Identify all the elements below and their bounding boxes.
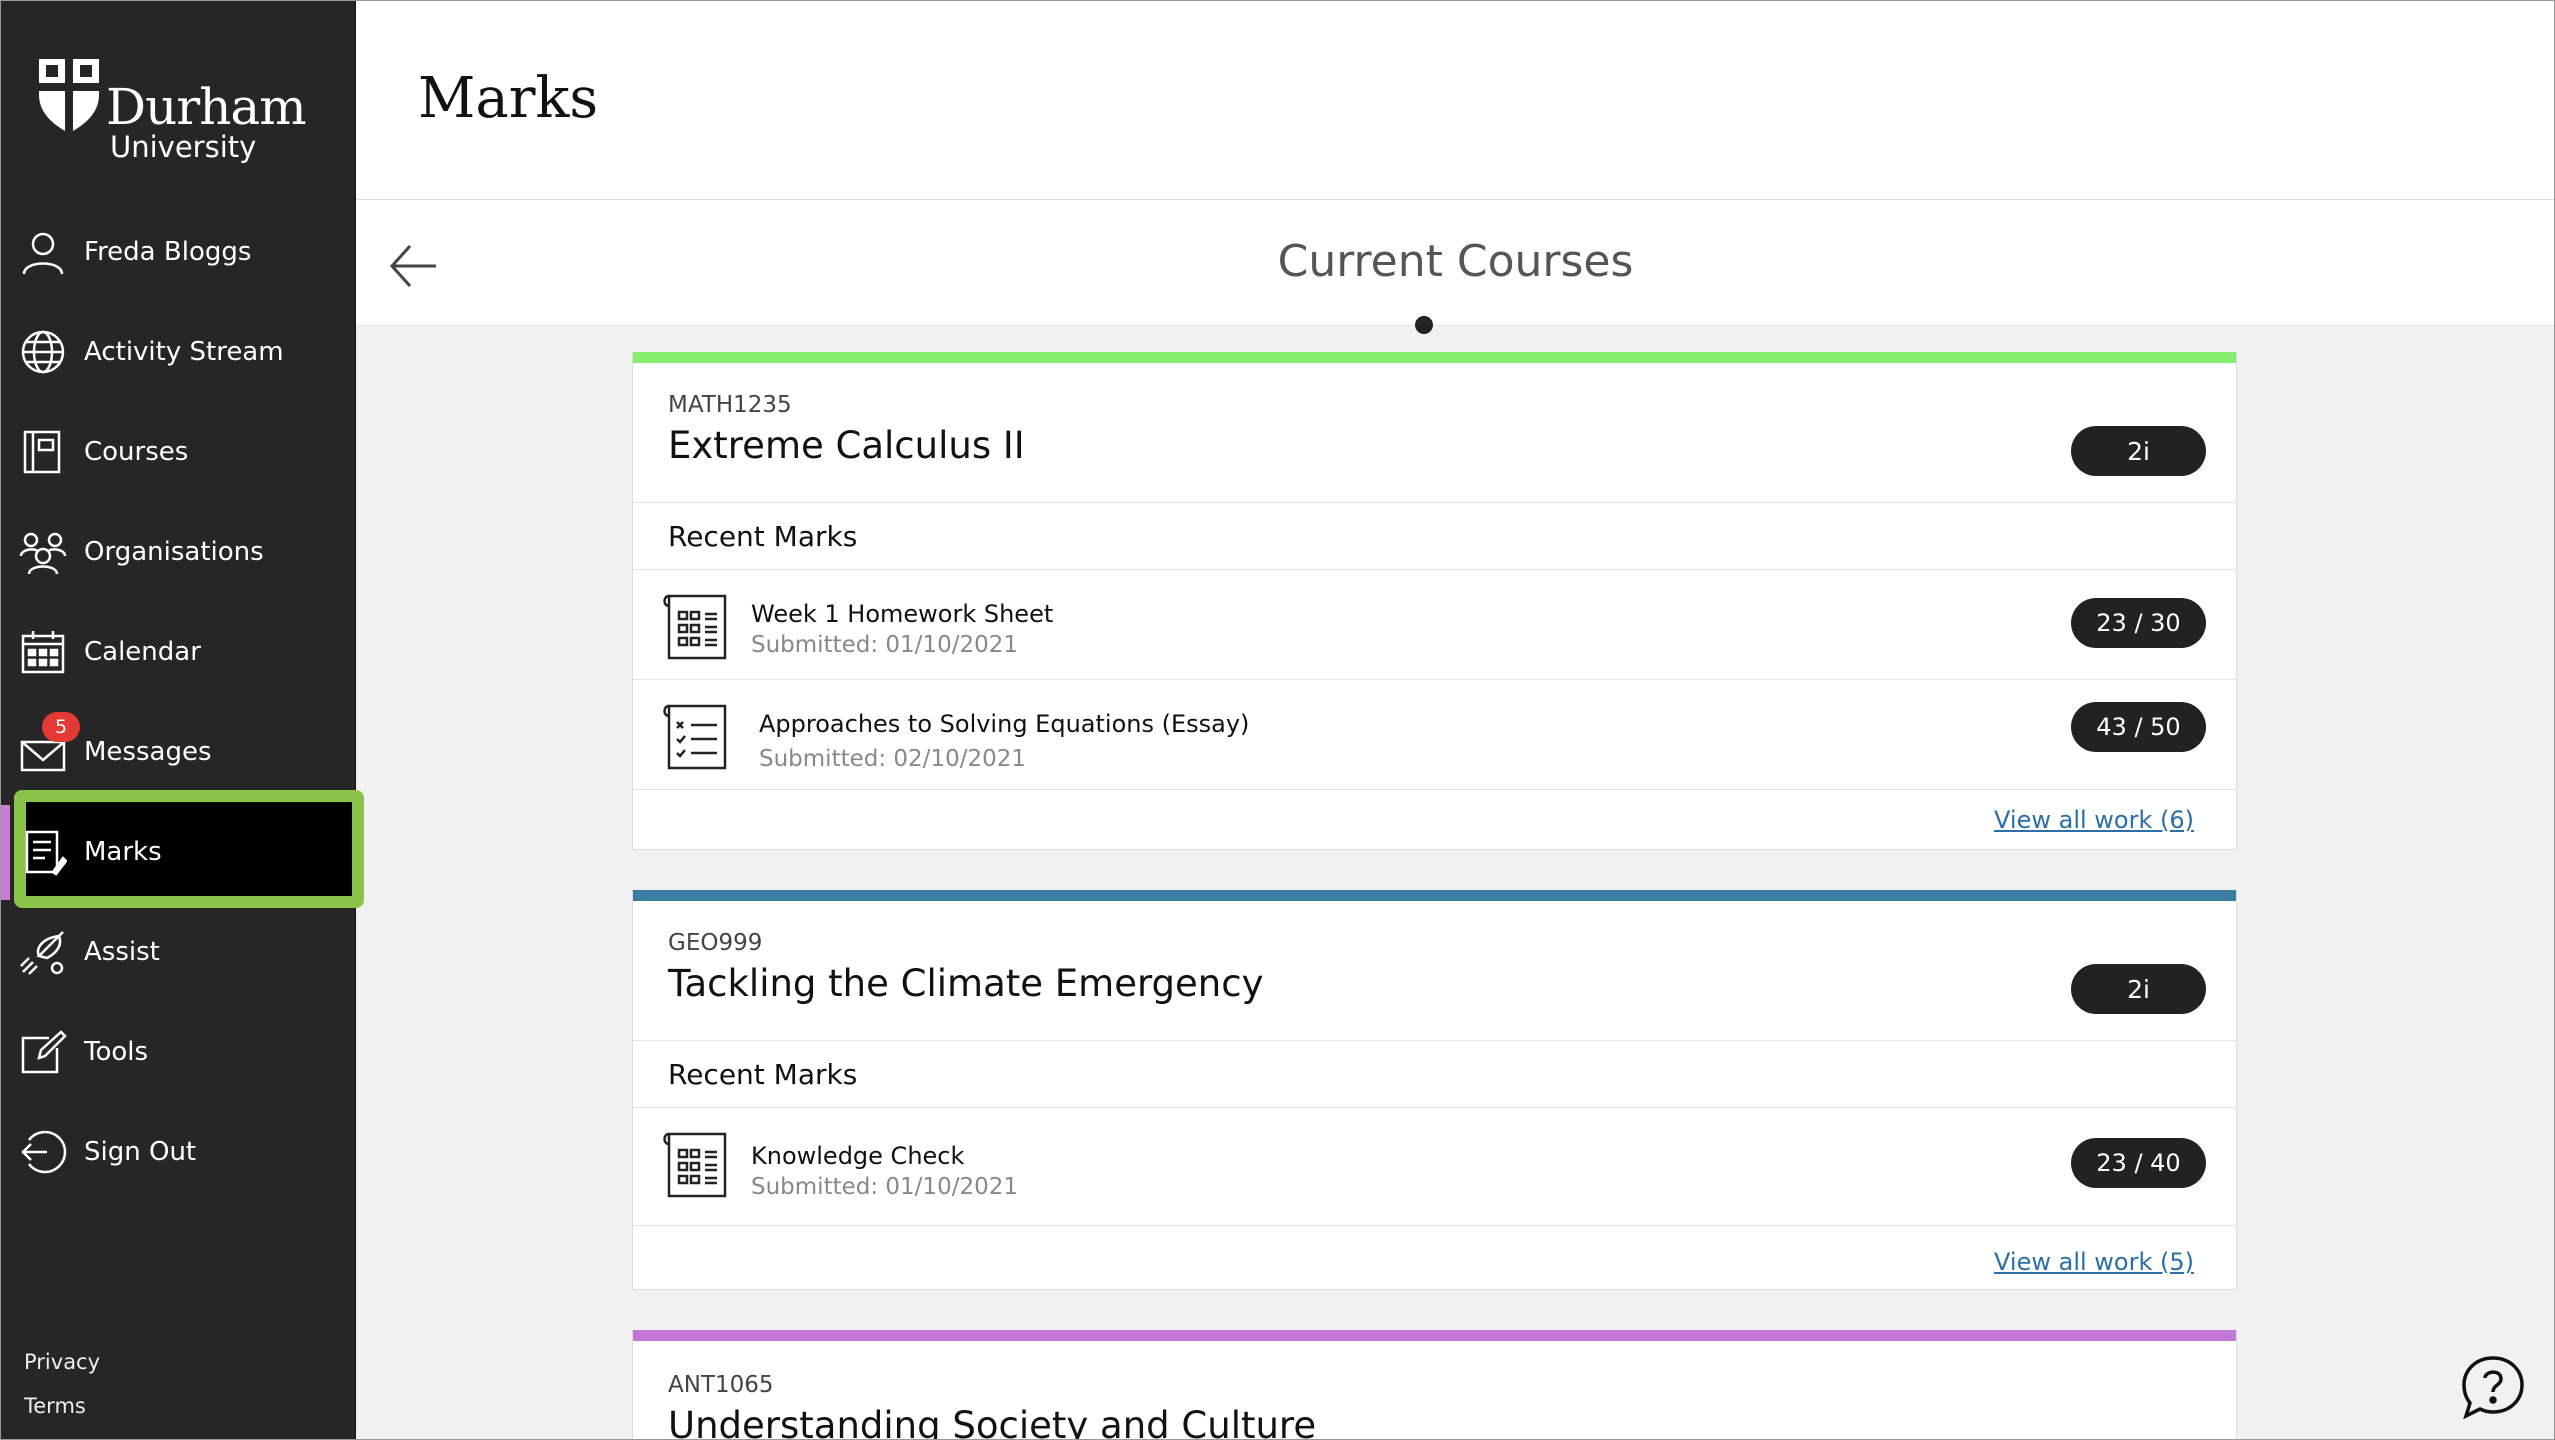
course-code: GEO999	[668, 930, 763, 956]
sidebar-item-label: Tools	[84, 1037, 149, 1067]
sidebar-item-organisations[interactable]: Organisations	[0, 502, 356, 602]
top-header: Marks	[356, 0, 2555, 200]
score-badge: 23 / 30	[2071, 598, 2206, 648]
mark-title: Approaches to Solving Equations (Essay)	[759, 710, 1250, 738]
sidebar-item-label: Freda Bloggs	[84, 237, 252, 267]
checklist-icon	[663, 704, 727, 770]
mark-row[interactable]: Knowledge Check Submitted: 01/10/2021 23…	[633, 1108, 2236, 1226]
grid-sheet-icon	[663, 1132, 727, 1198]
page-title: Marks	[418, 66, 599, 131]
mark-title: Week 1 Homework Sheet	[751, 600, 1054, 628]
sidebar-item-marks[interactable]: Marks	[0, 802, 356, 902]
terms-link[interactable]: Terms	[24, 1384, 100, 1428]
mark-row[interactable]: Week 1 Homework Sheet Submitted: 01/10/2…	[633, 570, 2236, 680]
help-question-icon	[2462, 1356, 2524, 1420]
mark-row[interactable]: Approaches to Solving Equations (Essay) …	[633, 680, 2236, 790]
grade-badge: 2i	[2071, 426, 2206, 476]
sidebar-item-profile[interactable]: Freda Bloggs	[0, 202, 356, 302]
sidebar-item-messages[interactable]: 5 Messages	[0, 702, 356, 802]
section-title: Current Courses	[1277, 236, 1634, 287]
rocket-icon	[18, 927, 68, 977]
help-button[interactable]	[2458, 1352, 2528, 1422]
sidebar-item-tools[interactable]: Tools	[0, 1002, 356, 1102]
durham-logo[interactable]: Durham University	[36, 50, 326, 170]
sidebar-footer: Privacy Terms	[24, 1340, 100, 1428]
messages-badge: 5	[42, 712, 80, 742]
shield-icon	[39, 59, 99, 133]
sub-header: Current Courses	[356, 200, 2555, 326]
sidebar-item-activity-stream[interactable]: Activity Stream	[0, 302, 356, 402]
brand-name: Durham	[106, 78, 307, 136]
view-all-work-link[interactable]: View all work (6)	[1994, 806, 2194, 834]
course-code: MATH1235	[668, 392, 792, 418]
recent-marks-header: Recent Marks	[633, 502, 2236, 570]
sign-out-icon	[18, 1127, 68, 1177]
carousel-dot[interactable]	[1415, 316, 1433, 334]
privacy-link[interactable]: Privacy	[24, 1340, 100, 1384]
sidebar-item-label: Marks	[84, 837, 162, 867]
sidebar-item-label: Messages	[84, 737, 212, 767]
marks-icon	[18, 827, 68, 877]
course-color-bar	[633, 890, 2236, 901]
mark-title: Knowledge Check	[751, 1142, 965, 1170]
sidebar-item-assist[interactable]: Assist	[0, 902, 356, 1002]
mark-submitted: Submitted: 02/10/2021	[759, 746, 1026, 772]
course-color-bar	[633, 352, 2236, 363]
sidebar-item-label: Organisations	[84, 537, 264, 567]
people-icon	[18, 527, 68, 577]
sidebar-item-calendar[interactable]: Calendar	[0, 602, 356, 702]
course-card: GEO999 Tackling the Climate Emergency 2i…	[632, 890, 2237, 1290]
score-badge: 23 / 40	[2071, 1138, 2206, 1188]
grade-badge: 2i	[2071, 964, 2206, 1014]
sidebar-nav: Freda Bloggs Activity Stream Courses Org…	[0, 202, 356, 1202]
edit-icon	[18, 1027, 68, 1077]
mark-submitted: Submitted: 01/10/2021	[751, 632, 1018, 658]
sidebar-item-label: Activity Stream	[84, 337, 284, 367]
sidebar-item-label: Assist	[84, 937, 160, 967]
course-color-bar	[633, 1330, 2236, 1341]
course-code: ANT1065	[668, 1372, 774, 1398]
grid-sheet-icon	[663, 594, 727, 660]
course-name[interactable]: Tackling the Climate Emergency	[668, 962, 1264, 1005]
score-badge: 43 / 50	[2071, 702, 2206, 752]
sidebar: Durham University Freda Bloggs Activity …	[0, 0, 364, 1440]
course-card: MATH1235 Extreme Calculus II 2i Recent M…	[632, 352, 2237, 850]
brand-sub: University	[110, 130, 257, 164]
recent-marks-header: Recent Marks	[633, 1040, 2236, 1108]
sidebar-item-label: Courses	[84, 437, 189, 467]
globe-icon	[18, 327, 68, 377]
user-icon	[18, 227, 68, 277]
view-all-work-link[interactable]: View all work (5)	[1994, 1248, 2194, 1276]
calendar-icon	[18, 627, 68, 677]
sidebar-item-courses[interactable]: Courses	[0, 402, 356, 502]
sidebar-item-sign-out[interactable]: Sign Out	[0, 1102, 356, 1202]
course-name[interactable]: Understanding Society and Culture	[668, 1404, 1316, 1440]
course-card: ANT1065 Understanding Society and Cultur…	[632, 1330, 2237, 1440]
course-name[interactable]: Extreme Calculus II	[668, 424, 1025, 467]
sidebar-item-label: Sign Out	[84, 1137, 197, 1167]
mark-submitted: Submitted: 01/10/2021	[751, 1174, 1018, 1200]
sidebar-item-label: Calendar	[84, 637, 201, 667]
book-icon	[18, 427, 68, 477]
